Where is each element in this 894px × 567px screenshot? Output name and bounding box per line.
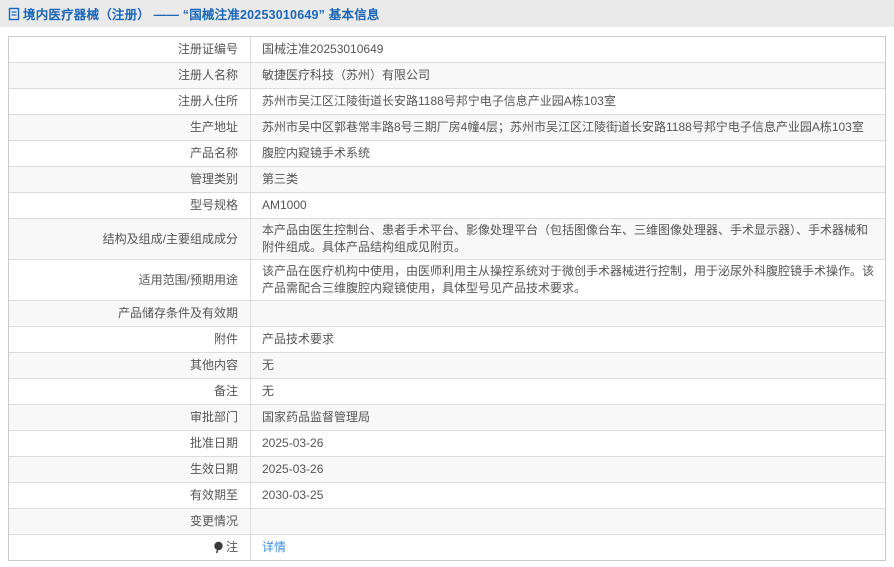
row-value-text: 该产品在医疗机构中使用，由医师利用主从操控系统对于微创手术器械进行控制，用于泌尿…: [262, 263, 875, 297]
row-label-text: 产品储存条件及有效期: [118, 305, 238, 322]
table-row: 批准日期 2025-03-26: [9, 431, 885, 457]
row-label-text: 生产地址: [190, 119, 238, 136]
row-value: 敏捷医疗科技（苏州）有限公司: [251, 63, 885, 88]
row-value: 苏州市吴江区江陵街道长安路1188号邦宁电子信息产业园A栋103室: [251, 89, 885, 114]
row-label: 适用范围/预期用途: [9, 260, 251, 300]
row-value-text: 2030-03-25: [262, 487, 323, 504]
row-value-text: 苏州市吴江区江陵街道长安路1188号邦宁电子信息产业园A栋103室: [262, 93, 616, 110]
row-label: 备注: [9, 379, 251, 404]
table-row: 附件 产品技术要求: [9, 327, 885, 353]
row-value: 2025-03-26: [251, 457, 885, 482]
row-label-text: 有效期至: [190, 487, 238, 504]
row-value: 本产品由医生控制台、患者手术平台、影像处理平台（包括图像台车、三维图像处理器、手…: [251, 219, 885, 259]
row-value: 国械注准20253010649: [251, 37, 885, 62]
row-value-text: 腹腔内窥镜手术系统: [262, 145, 370, 162]
table-row: 有效期至 2030-03-25: [9, 483, 885, 509]
row-label: 管理类别: [9, 167, 251, 192]
row-label-text: 产品名称: [190, 145, 238, 162]
row-value: 无: [251, 353, 885, 378]
note-icon: [213, 541, 224, 554]
row-value: [251, 301, 885, 326]
row-value: 腹腔内窥镜手术系统: [251, 141, 885, 166]
row-value: 苏州市吴中区郭巷常丰路8号三期厂房4幢4层；苏州市吴江区江陵街道长安路1188号…: [251, 115, 885, 140]
row-value-text: 无: [262, 383, 274, 400]
row-label-text: 备注: [214, 383, 238, 400]
row-value-text: 国械注准20253010649: [262, 41, 383, 58]
row-value: 第三类: [251, 167, 885, 192]
table-row: 生效日期 2025-03-26: [9, 457, 885, 483]
row-value-text: 第三类: [262, 171, 298, 188]
row-label-text: 其他内容: [190, 357, 238, 374]
row-value: AM1000: [251, 193, 885, 218]
document-icon: [8, 7, 20, 21]
row-value: 产品技术要求: [251, 327, 885, 352]
row-label-text: 适用范围/预期用途: [139, 272, 238, 289]
details-link[interactable]: 详情: [262, 539, 286, 556]
row-label: 型号规格: [9, 193, 251, 218]
table-row: 产品储存条件及有效期: [9, 301, 885, 327]
row-label: 注册人住所: [9, 89, 251, 114]
row-label: 批准日期: [9, 431, 251, 456]
table-row: 结构及组成/主要组成成分 本产品由医生控制台、患者手术平台、影像处理平台（包括图像…: [9, 219, 885, 260]
table-row: 生产地址 苏州市吴中区郭巷常丰路8号三期厂房4幢4层；苏州市吴江区江陵街道长安路1…: [9, 115, 885, 141]
row-label: 注册人名称: [9, 63, 251, 88]
table-row: 审批部门 国家药品监督管理局: [9, 405, 885, 431]
row-label: 注册证编号: [9, 37, 251, 62]
row-label: 生产地址: [9, 115, 251, 140]
row-label-text: 审批部门: [190, 409, 238, 426]
row-label-text: 变更情况: [190, 513, 238, 530]
row-value-text: 敏捷医疗科技（苏州）有限公司: [262, 67, 430, 84]
row-label-text: 批准日期: [190, 435, 238, 452]
row-label: 审批部门: [9, 405, 251, 430]
registration-info-table: 注册证编号国械注准20253010649注册人名称敏捷医疗科技（苏州）有限公司注…: [8, 36, 886, 561]
table-row: 管理类别 第三类: [9, 167, 885, 193]
row-value: 无: [251, 379, 885, 404]
table-row: 备注 无: [9, 379, 885, 405]
page-title: 境内医疗器械（注册） —— “国械注准20253010649” 基本信息: [23, 4, 380, 23]
row-label-text: 管理类别: [190, 171, 238, 188]
table-row: 变更情况: [9, 509, 885, 535]
table-row: 产品名称 腹腔内窥镜手术系统: [9, 141, 885, 167]
page-header: 境内医疗器械（注册） —— “国械注准20253010649” 基本信息: [0, 0, 894, 27]
row-value: 2030-03-25: [251, 483, 885, 508]
row-value-text: 苏州市吴中区郭巷常丰路8号三期厂房4幢4层；苏州市吴江区江陵街道长安路1188号…: [262, 119, 864, 136]
row-label-text: 结构及组成/主要组成成分: [103, 231, 238, 248]
table-row: 其他内容 无: [9, 353, 885, 379]
table-row: 适用范围/预期用途 该产品在医疗机构中使用，由医师利用主从操控系统对于微创手术器械…: [9, 260, 885, 301]
row-label: 产品储存条件及有效期: [9, 301, 251, 326]
row-label: 有效期至: [9, 483, 251, 508]
row-label: 变更情况: [9, 509, 251, 534]
row-label: 产品名称: [9, 141, 251, 166]
row-value: [251, 509, 885, 534]
row-label: 其他内容: [9, 353, 251, 378]
row-label-text: 型号规格: [190, 197, 238, 214]
row-value: 详情: [251, 535, 885, 560]
row-label-text: 附件: [214, 331, 238, 348]
row-label: 附件: [9, 327, 251, 352]
table-row: 注册人住所 苏州市吴江区江陵街道长安路1188号邦宁电子信息产业园A栋103室: [9, 89, 885, 115]
row-label-text: 注: [226, 539, 238, 556]
row-value-text: 产品技术要求: [262, 331, 334, 348]
row-value: 2025-03-26: [251, 431, 885, 456]
row-label-text: 注册人住所: [178, 93, 238, 110]
row-value-text: 2025-03-26: [262, 435, 323, 452]
row-label: 注: [9, 535, 251, 560]
table-row: 注 详情: [9, 535, 885, 560]
row-value-text: 无: [262, 357, 274, 374]
row-value: 该产品在医疗机构中使用，由医师利用主从操控系统对于微创手术器械进行控制，用于泌尿…: [251, 260, 885, 300]
row-value: 国家药品监督管理局: [251, 405, 885, 430]
table-row: 注册人名称 敏捷医疗科技（苏州）有限公司: [9, 63, 885, 89]
row-value-text: 2025-03-26: [262, 461, 323, 478]
row-label: 生效日期: [9, 457, 251, 482]
row-label-text: 注册人名称: [178, 67, 238, 84]
table-row: 型号规格 AM1000: [9, 193, 885, 219]
row-value-text: 本产品由医生控制台、患者手术平台、影像处理平台（包括图像台车、三维图像处理器、手…: [262, 222, 875, 256]
table-row: 注册证编号 国械注准20253010649: [9, 37, 885, 63]
row-label-text: 生效日期: [190, 461, 238, 478]
row-label-text: 注册证编号: [178, 41, 238, 58]
row-value-text: 国家药品监督管理局: [262, 409, 370, 426]
row-value-text: AM1000: [262, 197, 307, 214]
row-label: 结构及组成/主要组成成分: [9, 219, 251, 259]
